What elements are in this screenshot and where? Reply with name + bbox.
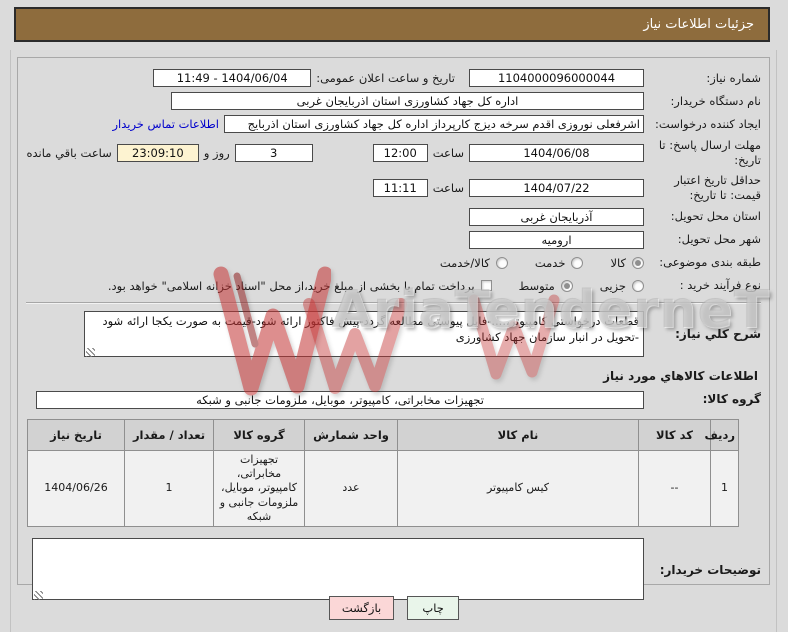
row-need-number: شماره نیاز: تاریخ و ساعت اعلان عمومی: [26,69,761,87]
buyer-notes-textarea[interactable] [32,538,644,601]
col-row-number: ردیف [704,418,739,451]
price-validity-date-field[interactable] [469,178,644,197]
col-goods-code: کد کالا [638,418,711,451]
radio-medium-icon[interactable] [560,279,573,292]
goods-table-header-row: ردیف کد کالا نام کالا واحد شمارش گروه کا… [27,418,739,451]
treasury-payment-label: پرداخت تمام یا بخشی از مبلغ خرید،از محل … [107,278,475,293]
goods-table: ردیف کد کالا نام کالا واحد شمارش گروه کا… [27,418,739,528]
response-deadline-hour-label: ساعت [432,145,464,160]
need-description-label: شرح کلي نیاز: [675,327,761,342]
row-need-description: شرح کلي نیاز: قطعات درخواستی کامپیوتر،..… [26,310,761,360]
radio-service-icon[interactable] [571,256,584,269]
classification-option-goods-service-label: کالا/خدمت [439,255,490,270]
province-label: استان محل تحویل: [670,209,761,224]
row-city: شهر محل تحویل: [26,230,761,249]
buyer-contact-link[interactable]: اطلاعات تماس خریدار [112,117,219,131]
radio-goods-service-icon[interactable] [495,256,508,269]
response-deadline-date-field[interactable] [469,143,644,162]
buyer-org-label: نام دستگاه خریدار: [670,93,761,108]
cell-need-date: 1404/06/26 [27,449,125,528]
request-creator-field[interactable] [224,115,644,133]
remaining-hours-field[interactable] [116,143,199,162]
goods-group-field[interactable] [36,390,644,409]
process-type-label: نوع فرآیند خرید : [679,278,761,293]
col-quantity: تعداد / مقدار [124,418,214,451]
remaining-days-label: روز و [203,145,230,160]
print-button[interactable]: چاپ [407,596,460,620]
classification-option-goods-service: کالا/خدمت [440,256,508,270]
process-type-option-partial: جزیی [600,279,644,293]
cell-goods-group: تجهیزات مخابراتی، کامپیوتر، موبایل، ملزو… [213,449,305,528]
cell-unit: عدد [304,449,398,528]
classification-option-service-label: خدمت [534,255,566,270]
need-number-field[interactable] [469,69,644,87]
need-description-textarea[interactable]: قطعات درخواستی کامپیوتر،....-فایل پیوستی… [84,310,644,357]
row-response-deadline: مهلت ارسال پاسخ: تا تاریخ: ساعت روز و سا… [26,138,762,168]
goods-group-label: گروه کالا: [702,391,761,406]
row-classification: طبقه بندی موضوعی: کالا خدمت کالا/خدمت [26,254,761,272]
process-type-option-medium-label: متوسط [518,278,555,293]
classification-label: طبقه بندی موضوعی: [659,255,761,270]
row-process-type: نوع فرآیند خرید : جزیی متوسط پرداخت تمام… [26,277,761,295]
classification-option-goods-label: کالا [610,255,626,270]
remaining-days-field[interactable] [234,143,313,162]
process-type-option-partial-label: جزیی [599,278,626,293]
cell-goods-name: کیس کامپیوتر [397,449,639,528]
buyer-org-field[interactable] [171,92,644,110]
table-row: 1 -- کیس کامپیوتر عدد تجهیزات مخابراتی، … [27,449,739,528]
city-field[interactable] [469,230,644,249]
cell-quantity: 1 [124,449,214,528]
need-number-label: شماره نیاز: [706,70,761,85]
row-request-creator: ایجاد کننده درخواست: اطلاعات تماس خریدار [26,115,761,133]
province-field[interactable] [469,207,644,226]
radio-partial-icon[interactable] [632,279,644,292]
announce-datetime-field[interactable] [153,69,312,87]
city-label: شهر محل تحویل: [677,232,761,247]
price-validity-time-field[interactable] [372,178,428,197]
col-goods-group: گروه کالا [213,418,305,451]
action-buttons: چاپ بازگشت [0,596,788,620]
price-validity-hour-label: ساعت [432,180,464,195]
section-divider [26,301,761,304]
response-deadline-time-field[interactable] [372,143,428,162]
row-buyer-notes: توضیحات خریدار: [26,538,761,603]
row-buyer-org: نام دستگاه خریدار: [26,92,761,110]
buyer-notes-label: توضیحات خریدار: [659,562,761,577]
cell-row-number: 1 [710,449,739,528]
col-goods-name: نام کالا [397,418,639,451]
page-title: جزئیات اطلاعات نیاز [643,17,754,32]
goods-section-title: اطلاعات کالاهاي مورد نیاز [603,368,758,383]
announce-datetime-label: تاریخ و ساعت اعلان عمومی: [316,71,455,85]
back-button[interactable]: بازگشت [328,596,395,620]
page-title-bar: جزئیات اطلاعات نیاز [14,7,770,42]
need-details-panel: شماره نیاز: تاریخ و ساعت اعلان عمومی: نا… [17,57,770,601]
need-description-wrap: قطعات درخواستی کامپیوتر،....-فایل پیوستی… [84,310,644,360]
remaining-hours-label: ساعت باقي مانده [26,145,112,160]
row-goods-group: گروه کالا: [26,390,761,409]
col-need-date: تاریخ نیاز [27,418,125,451]
row-price-validity: حداقل تاریخ اعتبار قیمت: تا تاریخ: ساعت [26,173,761,203]
row-province: استان محل تحویل: [26,207,761,226]
process-type-option-medium: متوسط [519,279,573,293]
radio-goods-icon[interactable] [632,256,644,269]
request-creator-label: ایجاد کننده درخواست: [655,116,761,131]
classification-option-goods: کالا [610,256,644,270]
treasury-payment-checkbox[interactable] [480,280,492,292]
price-validity-label: حداقل تاریخ اعتبار قیمت: تا تاریخ: [674,172,761,202]
treasury-payment-option: پرداخت تمام یا بخشی از مبلغ خرید،از محل … [108,279,492,293]
classification-option-service: خدمت [535,256,584,270]
cell-goods-code: -- [638,449,711,528]
col-unit: واحد شمارش [304,418,398,451]
buyer-notes-wrap [32,538,644,603]
response-deadline-label: مهلت ارسال پاسخ: تا تاریخ: [658,138,761,167]
